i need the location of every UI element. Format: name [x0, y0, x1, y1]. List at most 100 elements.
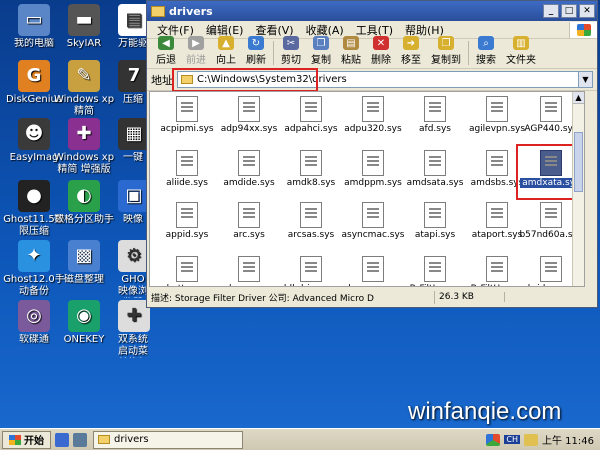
- sys-file-icon: [238, 256, 260, 282]
- file-item[interactable]: amdsata.sys: [402, 150, 468, 188]
- file-item[interactable]: arc.sys: [216, 202, 282, 240]
- forward-icon: ▶: [188, 36, 204, 50]
- forward-button[interactable]: ▶ 前进: [181, 36, 211, 66]
- desktop-icon-image-view[interactable]: ▣ 映像: [118, 180, 150, 226]
- desktop-icon-universal-driver[interactable]: ▤ 万能驱: [118, 4, 150, 50]
- desktop-icon-onekey[interactable]: ◉ ONEKEY: [52, 300, 116, 346]
- sys-file-icon: [362, 202, 384, 228]
- folders-button[interactable]: ▥ 文件夹: [501, 36, 541, 66]
- start-label: 开始: [24, 436, 44, 447]
- folders-icon: ▥: [513, 36, 529, 50]
- file-name: aliide.sys: [166, 178, 208, 188]
- desktop-icon-disk-defrag[interactable]: ▩ 磁盘整理: [52, 240, 116, 286]
- start-button[interactable]: 开始: [2, 430, 51, 449]
- file-item[interactable]: adpahci.sys: [278, 96, 344, 134]
- file-item[interactable]: adpu320.sys: [340, 96, 406, 134]
- move-to-icon: ➜: [403, 36, 419, 50]
- file-item[interactable]: amdk8.sys: [278, 150, 344, 188]
- vertical-scrollbar[interactable]: ▲: [572, 92, 584, 286]
- file-item[interactable]: appid.sys: [154, 202, 220, 240]
- minimize-button[interactable]: _: [543, 4, 559, 18]
- clock[interactable]: 上午 11:46: [542, 432, 594, 447]
- sys-file-icon: [176, 202, 198, 228]
- file-item[interactable]: amdide.sys: [216, 150, 282, 188]
- file-name: arc.sys: [233, 230, 265, 240]
- sys-file-icon: [176, 150, 198, 176]
- file-item[interactable]: asyncmac.sys: [340, 202, 406, 240]
- up-button[interactable]: ▲ 向上: [211, 36, 241, 66]
- maximize-button[interactable]: □: [561, 4, 577, 18]
- winxp-slim-icon: ✎: [68, 60, 100, 92]
- show-desktop-icon[interactable]: [55, 432, 69, 447]
- sys-file-icon: [300, 202, 322, 228]
- file-name: amdide.sys: [223, 178, 275, 188]
- desktop-icon-boot-repair[interactable]: ✚双系统启动菜单修复: [118, 300, 150, 358]
- address-label: 地址: [151, 73, 173, 87]
- desktop-icon-winxp-slim-plus[interactable]: ✚ Windows xp精简 增强版: [52, 118, 116, 176]
- desktop-icon-label: 一键: [123, 152, 143, 163]
- desktop-icon-gho-viewer[interactable]: ⚙GHO映像浏览器: [118, 240, 150, 298]
- tray-speaker-icon[interactable]: [524, 433, 538, 446]
- scroll-up-arrow-icon[interactable]: ▲: [573, 92, 584, 104]
- toolbar-separator: [273, 40, 274, 65]
- address-dropdown-button[interactable]: ▼: [578, 72, 592, 87]
- task-title: drivers: [114, 434, 149, 445]
- taskbar-item-drivers[interactable]: drivers: [93, 430, 243, 449]
- file-name: BrFiltUp.sys: [471, 284, 524, 286]
- file-name: amdsata.sys: [406, 178, 464, 188]
- address-input[interactable]: C:\Windows\System32\drivers ▼: [172, 68, 593, 92]
- back-button[interactable]: ◀ 后退: [151, 36, 181, 66]
- file-item[interactable]: bowser.sys: [340, 256, 406, 286]
- ghost120-icon: ✦: [18, 240, 50, 272]
- file-item[interactable]: arcsas.sys: [278, 202, 344, 240]
- toolbar-label: 复制到: [431, 55, 461, 66]
- close-button[interactable]: ✕: [579, 4, 595, 18]
- file-item[interactable]: aliide.sys: [154, 150, 220, 188]
- desktop-icon-compress[interactable]: 7 压缩: [118, 60, 150, 106]
- file-item[interactable]: BrFiltLo.sys: [402, 256, 468, 286]
- address-bar: 地址 C:\Windows\System32\drivers ▼: [147, 68, 597, 92]
- sys-file-icon: [424, 256, 446, 282]
- desktop-icon-partition-assistant[interactable]: ◐ 数格分区助手: [52, 180, 116, 226]
- desktop-icon-one-key[interactable]: ▦ 一键: [118, 118, 150, 164]
- file-list[interactable]: acpipmi.sys adp94xx.sys adpahci.sys adpu320…: [149, 91, 585, 287]
- copy-to-button[interactable]: ❐ 复制到: [426, 36, 466, 66]
- scroll-thumb[interactable]: [574, 132, 583, 192]
- search-button[interactable]: ⌕ 搜索: [471, 36, 501, 66]
- file-item[interactable]: blbdrive.sys: [278, 256, 344, 286]
- search-icon: ⌕: [478, 36, 494, 50]
- toolbar-label: 后退: [156, 55, 176, 66]
- tray-app-icon[interactable]: [486, 433, 501, 446]
- file-item[interactable]: acpipmi.sys: [154, 96, 220, 134]
- sys-file-icon: [300, 256, 322, 282]
- file-name: adpahci.sys: [284, 124, 338, 134]
- copy-button[interactable]: ❐ 复制: [306, 36, 336, 66]
- desktop-icon-label: 万能驱: [118, 38, 148, 49]
- file-name: adp94xx.sys: [220, 124, 278, 134]
- file-item[interactable]: atapi.sys: [402, 202, 468, 240]
- desktop-icon-winxp-slim[interactable]: ✎ Windows xp精简: [52, 60, 116, 118]
- language-indicator[interactable]: CH: [504, 435, 520, 444]
- file-name: adpu320.sys: [344, 124, 402, 134]
- window-titlebar[interactable]: drivers _ □ ✕: [147, 1, 597, 21]
- desktop-icon-label: SkyIAR: [66, 38, 102, 49]
- desktop-icon-skyiar[interactable]: ▬ SkyIAR: [52, 4, 116, 50]
- refresh-button[interactable]: ↻ 刷新: [241, 36, 271, 66]
- quick-launch-computer-icon[interactable]: [73, 432, 87, 447]
- file-item[interactable]: beep.sys: [216, 256, 282, 286]
- file-item[interactable]: battc.sys: [154, 256, 220, 286]
- move-to-button[interactable]: ➜ 移至: [396, 36, 426, 66]
- paste-icon: ▤: [343, 36, 359, 50]
- file-item[interactable]: afd.sys: [402, 96, 468, 134]
- toolbar-label: 移至: [401, 55, 421, 66]
- desktop-icon-label: GHO映像浏览器: [118, 274, 148, 297]
- address-highlight-box: [172, 68, 318, 92]
- sys-file-icon: [424, 96, 446, 122]
- delete-button[interactable]: ✕ 删除: [366, 36, 396, 66]
- file-item[interactable]: adp94xx.sys: [216, 96, 282, 134]
- file-item[interactable]: amdppm.sys: [340, 150, 406, 188]
- paste-button[interactable]: ▤ 粘贴: [336, 36, 366, 66]
- disk-defrag-icon: ▩: [68, 240, 100, 272]
- ultraiso-icon: ◎: [18, 300, 50, 332]
- cut-button[interactable]: ✂ 剪切: [276, 36, 306, 66]
